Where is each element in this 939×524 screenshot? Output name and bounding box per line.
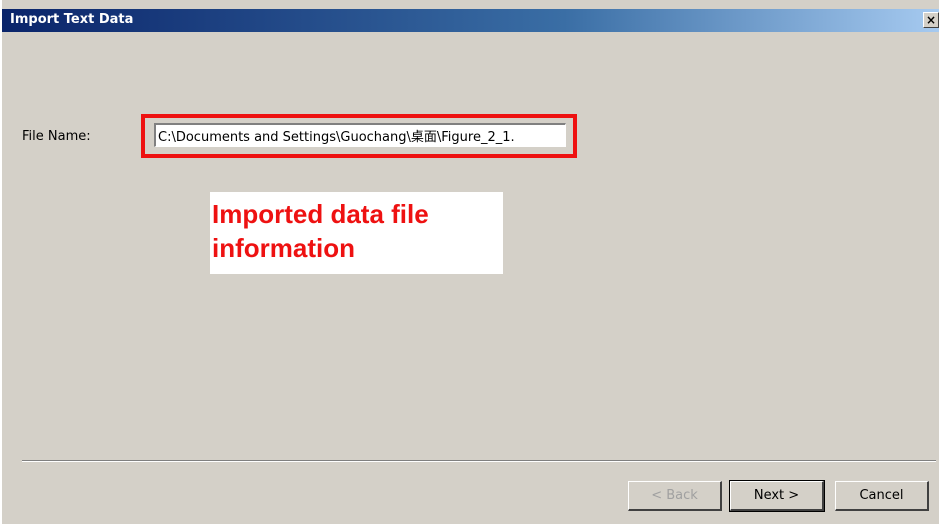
annotation-line-2: information: [212, 233, 355, 263]
annotation-callout: Imported data file information: [210, 192, 503, 274]
next-button[interactable]: Next >: [730, 481, 824, 511]
file-name-label: File Name:: [22, 129, 91, 144]
annotation-line-1: Imported data file: [212, 199, 429, 229]
close-button[interactable]: ×: [923, 12, 939, 28]
next-button-label: Next >: [753, 488, 800, 503]
close-icon: ×: [925, 13, 937, 27]
file-name-input[interactable]: [154, 123, 566, 147]
separator-line: [22, 460, 936, 462]
back-button[interactable]: < Back: [628, 481, 722, 511]
title-bar[interactable]: Import Text Data ×: [2, 9, 939, 32]
window-title: Import Text Data: [10, 12, 134, 27]
cancel-button[interactable]: Cancel: [835, 481, 929, 511]
import-text-data-dialog: Import Text Data × File Name: Imported d…: [0, 0, 939, 524]
